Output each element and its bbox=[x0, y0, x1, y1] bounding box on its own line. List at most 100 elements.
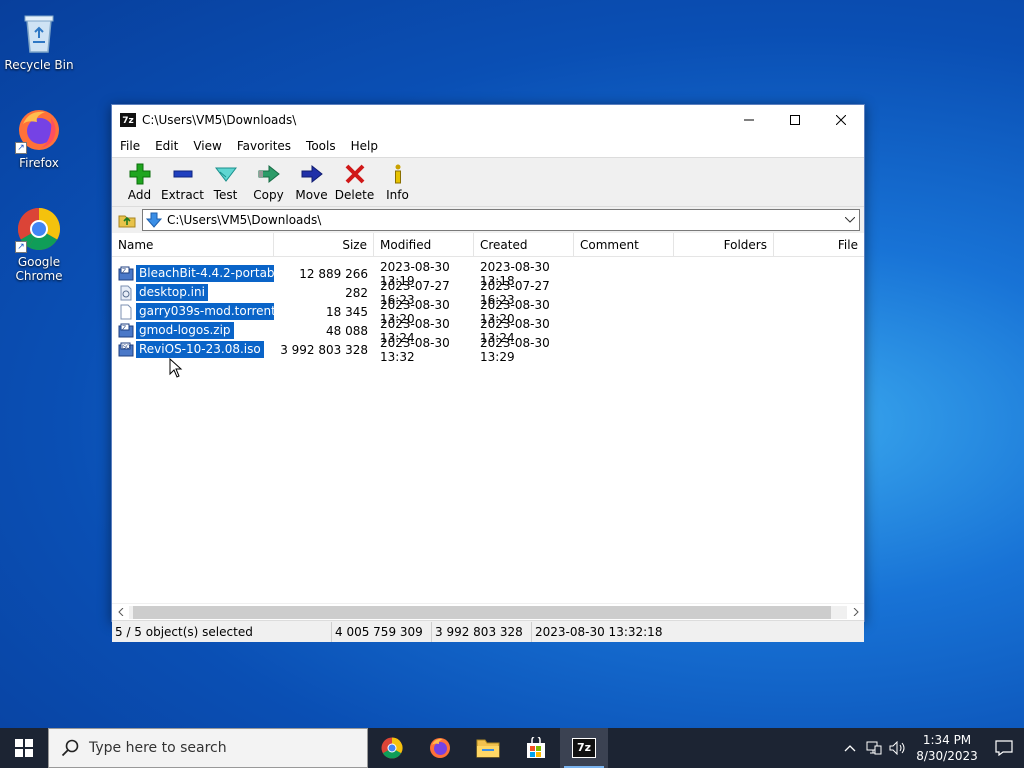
toolbar: Add Extract Test Copy Move Delete Info bbox=[112, 157, 864, 207]
7zip-file-manager-window[interactable]: 7z C:\Users\VM5\Downloads\ File Edit Vie… bbox=[111, 104, 865, 642]
move-button[interactable]: Move bbox=[290, 158, 333, 206]
file-name: BleachBit-4.4.2-portable... bbox=[136, 265, 274, 282]
info-button[interactable]: Info bbox=[376, 158, 419, 206]
maximize-icon bbox=[790, 115, 800, 125]
close-button[interactable] bbox=[818, 105, 864, 135]
add-icon bbox=[128, 163, 152, 185]
status-bar: 5 / 5 object(s) selected 4 005 759 309 3… bbox=[112, 620, 864, 642]
desktop-icon-google-chrome[interactable]: ↗ Google Chrome bbox=[2, 205, 76, 283]
extract-button[interactable]: Extract bbox=[161, 158, 204, 206]
mouse-cursor-icon bbox=[169, 358, 183, 378]
window-title: C:\Users\VM5\Downloads\ bbox=[142, 113, 297, 127]
file-name: ReviOS-10-23.08.iso bbox=[136, 341, 264, 358]
file-list[interactable]: Z BleachBit-4.4.2-portable... 12 889 266… bbox=[112, 257, 864, 603]
horizontal-scrollbar[interactable] bbox=[112, 603, 864, 620]
test-button[interactable]: Test bbox=[204, 158, 247, 206]
copy-icon bbox=[257, 163, 281, 185]
notification-icon bbox=[995, 740, 1013, 756]
zip-file-icon: Z bbox=[118, 323, 134, 337]
menu-bar: File Edit View Favorites Tools Help bbox=[112, 135, 864, 157]
notification-center-button[interactable] bbox=[984, 728, 1024, 768]
volume-button[interactable] bbox=[886, 728, 910, 768]
status-total-size: 4 005 759 309 bbox=[332, 621, 432, 642]
7zip-app-icon: 7z bbox=[120, 113, 136, 127]
zip-file-icon: Z bbox=[118, 266, 134, 280]
menu-view[interactable]: View bbox=[185, 135, 228, 157]
status-selected-size: 3 992 803 328 bbox=[432, 621, 532, 642]
svg-text:Z: Z bbox=[122, 268, 126, 275]
column-size[interactable]: Size bbox=[274, 233, 374, 256]
windows-logo-icon bbox=[15, 739, 33, 757]
desktop-icon-firefox[interactable]: ↗ Firefox bbox=[2, 106, 76, 170]
search-placeholder: Type here to search bbox=[89, 740, 227, 756]
shortcut-arrow-icon: ↗ bbox=[15, 241, 27, 253]
address-input[interactable]: C:\Users\VM5\Downloads\ bbox=[142, 209, 860, 231]
taskbar-file-explorer[interactable] bbox=[464, 728, 512, 768]
column-folders[interactable]: Folders bbox=[674, 233, 774, 256]
ini-file-icon bbox=[120, 285, 132, 300]
status-datetime: 2023-08-30 13:32:18 bbox=[535, 624, 663, 639]
taskbar-search-box[interactable]: Type here to search bbox=[48, 728, 368, 768]
desktop-icon-label: Google Chrome bbox=[15, 255, 63, 283]
copy-button[interactable]: Copy bbox=[247, 158, 290, 206]
taskbar-chrome[interactable] bbox=[368, 728, 416, 768]
up-folder-button[interactable] bbox=[116, 209, 138, 231]
scroll-right-button[interactable] bbox=[847, 604, 864, 621]
add-button[interactable]: Add bbox=[118, 158, 161, 206]
column-files[interactable]: File bbox=[774, 233, 864, 256]
firefox-icon bbox=[430, 738, 450, 758]
file-name: garry039s-mod.torrent bbox=[136, 303, 274, 320]
delete-button[interactable]: Delete bbox=[333, 158, 376, 206]
minimize-icon bbox=[744, 119, 754, 121]
store-icon bbox=[527, 737, 545, 758]
title-bar[interactable]: 7z C:\Users\VM5\Downloads\ bbox=[112, 105, 864, 135]
network-button[interactable] bbox=[862, 728, 886, 768]
scrollbar-thumb[interactable] bbox=[133, 605, 831, 619]
firefox-icon: ↗ bbox=[15, 106, 63, 154]
start-button[interactable] bbox=[0, 728, 48, 768]
iso-file-icon: ISO bbox=[118, 342, 134, 356]
taskbar-clock[interactable]: 1:34 PM 8/30/2023 bbox=[910, 732, 984, 764]
file-name: gmod-logos.zip bbox=[136, 322, 234, 339]
close-icon bbox=[836, 115, 846, 125]
column-created[interactable]: Created bbox=[474, 233, 574, 256]
taskbar-7zip[interactable]: 7z bbox=[560, 728, 608, 768]
menu-edit[interactable]: Edit bbox=[147, 135, 185, 157]
desktop-icon-recycle-bin[interactable]: Recycle Bin bbox=[2, 8, 76, 72]
column-comment[interactable]: Comment bbox=[574, 233, 674, 256]
minimize-button[interactable] bbox=[726, 105, 772, 135]
svg-text:Z: Z bbox=[122, 325, 126, 332]
maximize-button[interactable] bbox=[772, 105, 818, 135]
desktop-icon-label: Firefox bbox=[19, 156, 59, 170]
file-list-header: Name Size Modified Created Comment Folde… bbox=[112, 233, 864, 257]
speaker-icon bbox=[889, 741, 905, 755]
status-selection: 5 / 5 object(s) selected bbox=[112, 621, 332, 642]
show-hidden-icons-button[interactable] bbox=[838, 728, 862, 768]
chevron-down-icon bbox=[845, 217, 855, 223]
taskbar: Type here to search 7z 1:34 PM 8/30/2023 bbox=[0, 728, 1024, 768]
menu-file[interactable]: File bbox=[112, 135, 147, 157]
column-name[interactable]: Name bbox=[112, 233, 274, 256]
generic-file-icon bbox=[120, 304, 132, 319]
menu-favorites[interactable]: Favorites bbox=[229, 135, 298, 157]
scroll-left-button[interactable] bbox=[112, 604, 129, 621]
taskbar-store[interactable] bbox=[512, 728, 560, 768]
menu-tools[interactable]: Tools bbox=[298, 135, 343, 157]
file-explorer-icon bbox=[476, 739, 500, 758]
chevron-up-icon bbox=[844, 745, 856, 752]
search-icon bbox=[61, 739, 79, 757]
column-modified[interactable]: Modified bbox=[374, 233, 474, 256]
file-row[interactable]: ISO ReviOS-10-23.08.iso 3 992 803 328 20… bbox=[112, 336, 864, 364]
address-dropdown-button[interactable] bbox=[841, 210, 859, 230]
address-text: C:\Users\VM5\Downloads\ bbox=[167, 213, 322, 227]
chrome-icon: ↗ bbox=[15, 205, 63, 253]
clock-date: 8/30/2023 bbox=[916, 749, 978, 763]
menu-help[interactable]: Help bbox=[343, 135, 385, 157]
scrollbar-track[interactable] bbox=[129, 605, 847, 619]
7zip-icon: 7z bbox=[572, 738, 596, 758]
taskbar-firefox[interactable] bbox=[416, 728, 464, 768]
recycle-bin-icon bbox=[15, 8, 63, 56]
folder-up-icon bbox=[118, 215, 136, 228]
file-name: desktop.ini bbox=[136, 284, 208, 301]
chevron-left-icon bbox=[117, 608, 123, 616]
